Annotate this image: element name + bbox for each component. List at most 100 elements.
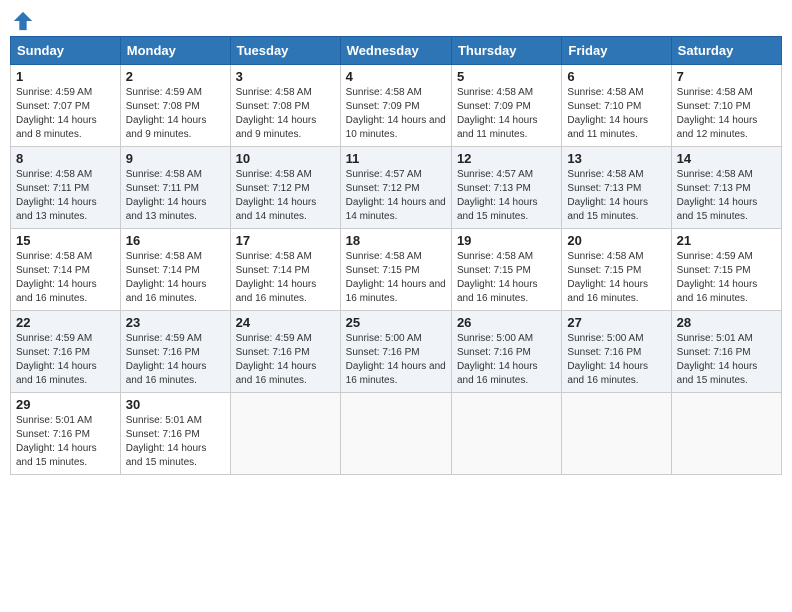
col-header-sunday: Sunday	[11, 37, 121, 65]
cell-info: Sunrise: 5:00 AMSunset: 7:16 PMDaylight:…	[567, 333, 648, 386]
col-header-thursday: Thursday	[451, 37, 561, 65]
calendar-cell: 16 Sunrise: 4:58 AMSunset: 7:14 PMDaylig…	[120, 229, 230, 311]
calendar-cell: 25 Sunrise: 5:00 AMSunset: 7:16 PMDaylig…	[340, 311, 451, 393]
calendar-cell	[340, 393, 451, 475]
calendar-cell: 7 Sunrise: 4:58 AMSunset: 7:10 PMDayligh…	[671, 65, 781, 147]
col-header-wednesday: Wednesday	[340, 37, 451, 65]
calendar-cell: 5 Sunrise: 4:58 AMSunset: 7:09 PMDayligh…	[451, 65, 561, 147]
calendar-cell: 14 Sunrise: 4:58 AMSunset: 7:13 PMDaylig…	[671, 147, 781, 229]
calendar-cell: 13 Sunrise: 4:58 AMSunset: 7:13 PMDaylig…	[562, 147, 671, 229]
calendar-cell: 21 Sunrise: 4:59 AMSunset: 7:15 PMDaylig…	[671, 229, 781, 311]
cell-info: Sunrise: 4:58 AMSunset: 7:10 PMDaylight:…	[567, 87, 648, 140]
day-number: 11	[346, 151, 446, 166]
cell-info: Sunrise: 4:58 AMSunset: 7:09 PMDaylight:…	[457, 87, 538, 140]
day-number: 21	[677, 233, 776, 248]
calendar-cell: 6 Sunrise: 4:58 AMSunset: 7:10 PMDayligh…	[562, 65, 671, 147]
day-number: 3	[236, 69, 335, 84]
cell-info: Sunrise: 4:59 AMSunset: 7:16 PMDaylight:…	[16, 333, 97, 386]
cell-info: Sunrise: 5:00 AMSunset: 7:16 PMDaylight:…	[457, 333, 538, 386]
cell-info: Sunrise: 4:58 AMSunset: 7:11 PMDaylight:…	[126, 169, 207, 222]
logo	[10, 10, 34, 28]
calendar-cell: 10 Sunrise: 4:58 AMSunset: 7:12 PMDaylig…	[230, 147, 340, 229]
cell-info: Sunrise: 4:58 AMSunset: 7:11 PMDaylight:…	[16, 169, 97, 222]
calendar-cell: 28 Sunrise: 5:01 AMSunset: 7:16 PMDaylig…	[671, 311, 781, 393]
calendar-cell: 29 Sunrise: 5:01 AMSunset: 7:16 PMDaylig…	[11, 393, 121, 475]
cell-info: Sunrise: 4:58 AMSunset: 7:10 PMDaylight:…	[677, 87, 758, 140]
logo-icon	[12, 10, 34, 32]
day-number: 14	[677, 151, 776, 166]
day-number: 30	[126, 397, 225, 412]
calendar-week-2: 8 Sunrise: 4:58 AMSunset: 7:11 PMDayligh…	[11, 147, 782, 229]
cell-info: Sunrise: 4:57 AMSunset: 7:12 PMDaylight:…	[346, 169, 446, 222]
calendar-cell: 23 Sunrise: 4:59 AMSunset: 7:16 PMDaylig…	[120, 311, 230, 393]
calendar-week-3: 15 Sunrise: 4:58 AMSunset: 7:14 PMDaylig…	[11, 229, 782, 311]
cell-info: Sunrise: 4:58 AMSunset: 7:13 PMDaylight:…	[567, 169, 648, 222]
cell-info: Sunrise: 4:59 AMSunset: 7:16 PMDaylight:…	[126, 333, 207, 386]
cell-info: Sunrise: 4:58 AMSunset: 7:14 PMDaylight:…	[236, 251, 317, 304]
calendar-cell	[671, 393, 781, 475]
calendar-cell: 3 Sunrise: 4:58 AMSunset: 7:08 PMDayligh…	[230, 65, 340, 147]
page-header	[10, 10, 782, 28]
calendar-cell: 8 Sunrise: 4:58 AMSunset: 7:11 PMDayligh…	[11, 147, 121, 229]
calendar-header-row: SundayMondayTuesdayWednesdayThursdayFrid…	[11, 37, 782, 65]
calendar-cell: 22 Sunrise: 4:59 AMSunset: 7:16 PMDaylig…	[11, 311, 121, 393]
cell-info: Sunrise: 4:58 AMSunset: 7:15 PMDaylight:…	[457, 251, 538, 304]
calendar-week-4: 22 Sunrise: 4:59 AMSunset: 7:16 PMDaylig…	[11, 311, 782, 393]
day-number: 19	[457, 233, 556, 248]
day-number: 20	[567, 233, 665, 248]
calendar-cell	[451, 393, 561, 475]
day-number: 10	[236, 151, 335, 166]
calendar-cell	[230, 393, 340, 475]
day-number: 1	[16, 69, 115, 84]
cell-info: Sunrise: 5:00 AMSunset: 7:16 PMDaylight:…	[346, 333, 446, 386]
calendar-cell: 9 Sunrise: 4:58 AMSunset: 7:11 PMDayligh…	[120, 147, 230, 229]
calendar-cell: 12 Sunrise: 4:57 AMSunset: 7:13 PMDaylig…	[451, 147, 561, 229]
calendar-cell: 1 Sunrise: 4:59 AMSunset: 7:07 PMDayligh…	[11, 65, 121, 147]
cell-info: Sunrise: 5:01 AMSunset: 7:16 PMDaylight:…	[16, 415, 97, 468]
cell-info: Sunrise: 4:57 AMSunset: 7:13 PMDaylight:…	[457, 169, 538, 222]
day-number: 18	[346, 233, 446, 248]
day-number: 24	[236, 315, 335, 330]
calendar-cell: 30 Sunrise: 5:01 AMSunset: 7:16 PMDaylig…	[120, 393, 230, 475]
day-number: 25	[346, 315, 446, 330]
calendar-cell	[562, 393, 671, 475]
day-number: 5	[457, 69, 556, 84]
calendar-cell: 11 Sunrise: 4:57 AMSunset: 7:12 PMDaylig…	[340, 147, 451, 229]
day-number: 6	[567, 69, 665, 84]
calendar-cell: 17 Sunrise: 4:58 AMSunset: 7:14 PMDaylig…	[230, 229, 340, 311]
calendar-cell: 18 Sunrise: 4:58 AMSunset: 7:15 PMDaylig…	[340, 229, 451, 311]
calendar-cell: 24 Sunrise: 4:59 AMSunset: 7:16 PMDaylig…	[230, 311, 340, 393]
col-header-tuesday: Tuesday	[230, 37, 340, 65]
cell-info: Sunrise: 4:59 AMSunset: 7:16 PMDaylight:…	[236, 333, 317, 386]
day-number: 7	[677, 69, 776, 84]
day-number: 26	[457, 315, 556, 330]
cell-info: Sunrise: 4:58 AMSunset: 7:15 PMDaylight:…	[567, 251, 648, 304]
day-number: 16	[126, 233, 225, 248]
cell-info: Sunrise: 5:01 AMSunset: 7:16 PMDaylight:…	[677, 333, 758, 386]
day-number: 12	[457, 151, 556, 166]
day-number: 9	[126, 151, 225, 166]
col-header-monday: Monday	[120, 37, 230, 65]
cell-info: Sunrise: 4:58 AMSunset: 7:15 PMDaylight:…	[346, 251, 446, 304]
cell-info: Sunrise: 5:01 AMSunset: 7:16 PMDaylight:…	[126, 415, 207, 468]
cell-info: Sunrise: 4:58 AMSunset: 7:14 PMDaylight:…	[16, 251, 97, 304]
day-number: 8	[16, 151, 115, 166]
calendar-cell: 27 Sunrise: 5:00 AMSunset: 7:16 PMDaylig…	[562, 311, 671, 393]
cell-info: Sunrise: 4:59 AMSunset: 7:07 PMDaylight:…	[16, 87, 97, 140]
calendar-cell: 4 Sunrise: 4:58 AMSunset: 7:09 PMDayligh…	[340, 65, 451, 147]
calendar-week-5: 29 Sunrise: 5:01 AMSunset: 7:16 PMDaylig…	[11, 393, 782, 475]
calendar-table: SundayMondayTuesdayWednesdayThursdayFrid…	[10, 36, 782, 475]
day-number: 27	[567, 315, 665, 330]
day-number: 4	[346, 69, 446, 84]
day-number: 28	[677, 315, 776, 330]
cell-info: Sunrise: 4:58 AMSunset: 7:09 PMDaylight:…	[346, 87, 446, 140]
cell-info: Sunrise: 4:58 AMSunset: 7:08 PMDaylight:…	[236, 87, 317, 140]
day-number: 22	[16, 315, 115, 330]
calendar-cell: 2 Sunrise: 4:59 AMSunset: 7:08 PMDayligh…	[120, 65, 230, 147]
day-number: 2	[126, 69, 225, 84]
cell-info: Sunrise: 4:58 AMSunset: 7:14 PMDaylight:…	[126, 251, 207, 304]
day-number: 15	[16, 233, 115, 248]
calendar-cell: 19 Sunrise: 4:58 AMSunset: 7:15 PMDaylig…	[451, 229, 561, 311]
day-number: 17	[236, 233, 335, 248]
calendar-cell: 20 Sunrise: 4:58 AMSunset: 7:15 PMDaylig…	[562, 229, 671, 311]
